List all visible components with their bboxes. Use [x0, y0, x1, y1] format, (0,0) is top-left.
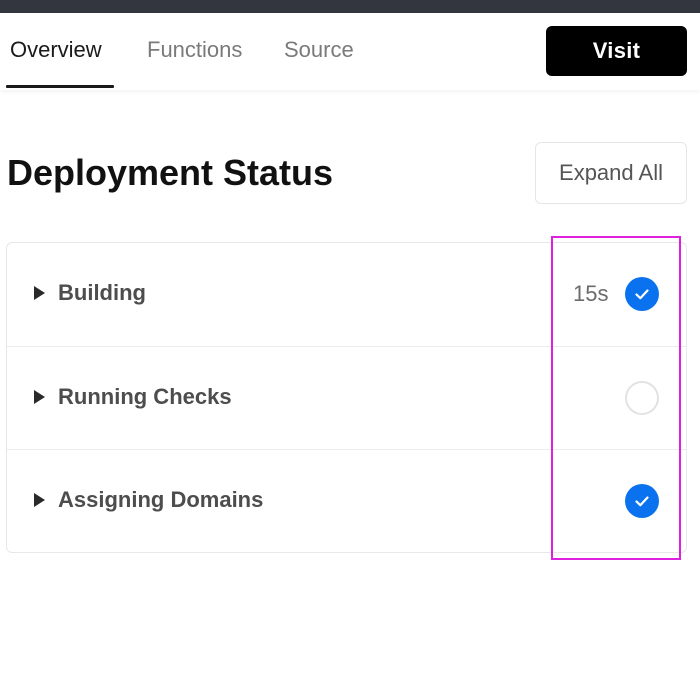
expand-caret-icon[interactable]	[34, 493, 45, 507]
step-duration: 15s	[573, 281, 609, 306]
tab-source[interactable]: Source	[284, 37, 354, 63]
visit-button[interactable]: Visit	[546, 26, 687, 76]
check-circle-icon	[625, 277, 659, 311]
expand-caret-icon[interactable]	[34, 390, 45, 404]
page-title: Deployment Status	[7, 152, 334, 193]
deployment-steps-list: Building 15s Running Checks Assigning Do…	[6, 242, 687, 553]
active-tab-indicator	[6, 85, 114, 88]
step-row-assigning-domains[interactable]: Assigning Domains	[7, 449, 686, 552]
step-label: Building	[58, 280, 146, 305]
expand-caret-icon[interactable]	[34, 286, 45, 300]
step-label: Assigning Domains	[58, 487, 264, 512]
step-label: Running Checks	[58, 384, 232, 409]
expand-all-button[interactable]: Expand All	[535, 142, 687, 204]
tab-bar: Overview Functions Source Visit	[0, 13, 700, 90]
window-top-strip	[0, 0, 700, 13]
tab-overview[interactable]: Overview	[10, 37, 102, 63]
step-row-running-checks[interactable]: Running Checks	[7, 346, 686, 449]
check-circle-icon	[625, 484, 659, 518]
empty-circle-icon	[625, 381, 659, 415]
step-row-building[interactable]: Building 15s	[7, 243, 686, 346]
tab-functions[interactable]: Functions	[147, 37, 242, 63]
